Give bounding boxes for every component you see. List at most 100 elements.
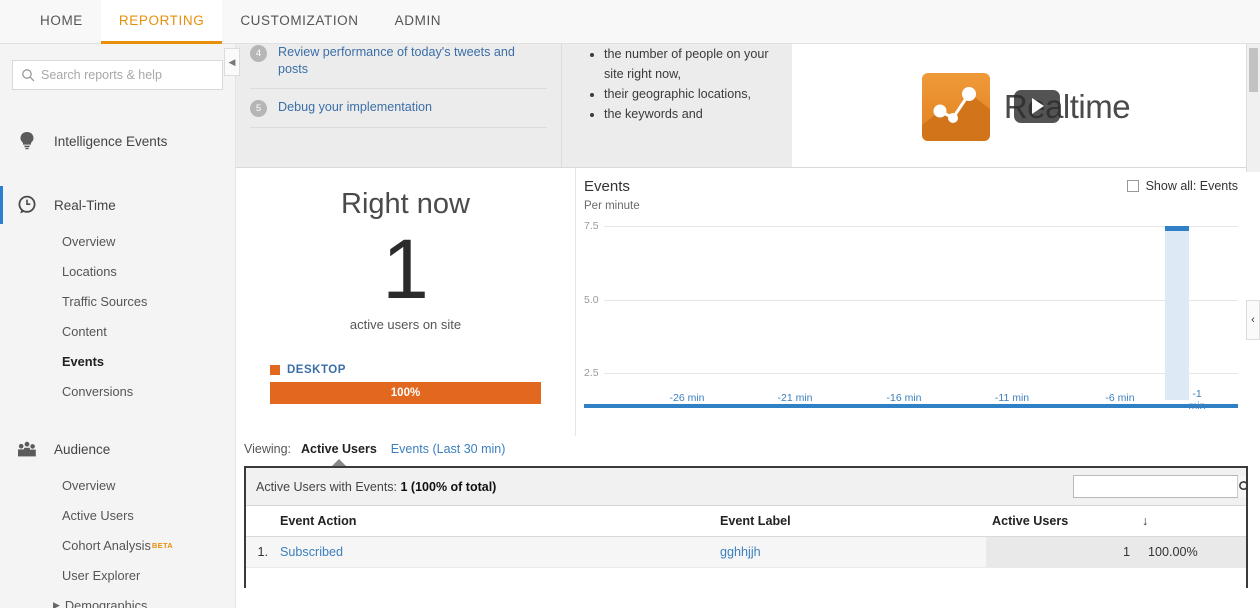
promo-bullets-column: the number of people on your site right … xyxy=(562,44,792,167)
sidebar-subitem-label: Traffic Sources xyxy=(62,293,148,309)
play-icon[interactable] xyxy=(1013,89,1060,123)
nav-group-intelligence: Intelligence Events xyxy=(0,120,235,162)
divider xyxy=(250,88,547,89)
tab-active-users[interactable]: Active Users xyxy=(301,442,377,456)
topnav-label: HOME xyxy=(40,13,83,28)
sidebar-item-audience[interactable]: Audience xyxy=(0,428,235,470)
device-share-bar: 100% xyxy=(270,382,541,404)
play-triangle xyxy=(1032,98,1045,114)
step-number-badge: 5 xyxy=(250,100,267,117)
row-index: 1. xyxy=(246,536,274,568)
table-row[interactable]: 1. Subscribed gghhjjh 1 100.00% xyxy=(246,536,1246,568)
sidebar-subitem-user-explorer[interactable]: User Explorer xyxy=(0,560,235,590)
x-tick-label: -21 min xyxy=(777,392,813,404)
list-item: the number of people on your site right … xyxy=(604,44,782,84)
topnav-item-customization[interactable]: CUSTOMIZATION xyxy=(222,0,376,44)
table-search-box[interactable] xyxy=(1073,475,1246,498)
active-users-count: 1 xyxy=(382,222,429,316)
sidebar-subitem-label: Events xyxy=(62,353,104,369)
device-legend-label[interactable]: DESKTOP xyxy=(287,364,346,376)
legend-swatch-icon xyxy=(270,365,280,375)
chart-bar[interactable] xyxy=(1165,226,1189,400)
events-table-block: Active Users with Events: 1 (100% of tot… xyxy=(244,466,1248,588)
topnav-item-admin[interactable]: ADMIN xyxy=(377,0,460,44)
checkbox-icon[interactable] xyxy=(1126,180,1139,192)
left-sidebar: Intelligence Events Real-Time Overview L… xyxy=(0,44,236,608)
topnav-label: REPORTING xyxy=(118,13,205,28)
lightbulb-icon xyxy=(14,130,40,152)
sidebar-collapse-arrow-icon: ◀ xyxy=(228,56,236,67)
realtime-panel: Right now 1 active users on site DESKTOP… xyxy=(236,168,1260,436)
promo-bullet-list: the number of people on your site right … xyxy=(562,44,792,124)
analytics-realtime-events-page: HOME REPORTING CUSTOMIZATION ADMIN Searc… xyxy=(0,0,1260,608)
sidebar-subitem-locations[interactable]: Locations xyxy=(0,256,235,286)
promo-step-link[interactable]: Review performance of today's tweets and… xyxy=(278,44,547,78)
nav-group-realtime: Real-Time Overview Locations Traffic Sou… xyxy=(0,184,235,406)
viewing-label: Viewing: xyxy=(244,442,292,456)
table-search-button[interactable] xyxy=(1237,476,1246,497)
sidebar-subitem-demographics[interactable]: ▶ Demographics xyxy=(0,590,235,608)
row-event-label: gghhjjh xyxy=(714,536,986,568)
sidebar-subitem-label: Content xyxy=(62,323,107,339)
header-index xyxy=(246,506,274,537)
sidebar-subitem-label: Locations xyxy=(62,263,117,279)
show-all-events-toggle[interactable]: Show all: Events xyxy=(1126,179,1238,193)
x-tick-label: -1 min xyxy=(1188,388,1206,412)
active-users-caption: active users on site xyxy=(349,317,462,332)
sidebar-subitem-cohort-analysis[interactable]: Cohort Analysis BETA xyxy=(0,530,235,560)
beta-badge: BETA xyxy=(151,540,173,550)
search-box[interactable] xyxy=(12,60,223,90)
promo-step-5[interactable]: 5 Debug your implementation xyxy=(236,99,561,117)
sidebar-subitem-conversions[interactable]: Conversions xyxy=(0,376,235,406)
event-label-link[interactable]: gghhjjh xyxy=(720,545,761,559)
scrollbar-thumb[interactable] xyxy=(1249,48,1258,92)
divider xyxy=(250,127,547,128)
sidebar-item-label: Real-Time xyxy=(54,197,116,213)
y-axis-label: Per minute xyxy=(584,200,646,212)
sidebar-collapse-handle[interactable]: ◀ xyxy=(224,48,240,76)
header-event-action[interactable]: Event Action xyxy=(274,506,714,537)
getting-started-promo: 4 Review performance of today's tweets a… xyxy=(236,44,1260,168)
search-input[interactable] xyxy=(39,61,207,89)
active-users-with-events-summary: Active Users with Events: 1 (100% of tot… xyxy=(256,480,496,494)
topnav-item-reporting[interactable]: REPORTING xyxy=(100,0,223,44)
sidebar-subitem-audience-overview[interactable]: Overview xyxy=(0,470,235,500)
promo-steps-column: 4 Review performance of today's tweets a… xyxy=(236,44,562,167)
row-event-action: Subscribed xyxy=(274,536,714,568)
right-panel-collapse-handle[interactable]: ‹ xyxy=(1246,300,1260,340)
tab-events-last-30-min[interactable]: Events (Last 30 min) xyxy=(391,442,506,456)
sidebar-subitem-active-users[interactable]: Active Users xyxy=(0,500,235,530)
events-table-toolbar: Active Users with Events: 1 (100% of tot… xyxy=(246,468,1246,506)
row-active-users-pct: 100.00% xyxy=(1136,536,1246,568)
row-active-users: 1 xyxy=(986,536,1136,568)
promo-step-link[interactable]: Debug your implementation xyxy=(278,99,432,116)
sidebar-subitem-traffic-sources[interactable]: Traffic Sources xyxy=(0,286,235,316)
device-share-value: 100% xyxy=(390,387,421,399)
x-tick-label: -26 min xyxy=(669,392,705,404)
header-active-users[interactable]: Active Users xyxy=(986,506,1136,537)
sidebar-item-intelligence-events[interactable]: Intelligence Events xyxy=(0,120,235,162)
chart-bar-cap xyxy=(1165,226,1189,231)
device-legend: DESKTOP xyxy=(270,364,575,376)
sidebar-item-real-time[interactable]: Real-Time xyxy=(0,184,235,226)
sidebar-subitem-content[interactable]: Content xyxy=(0,316,235,346)
sort-arrow-icon[interactable]: ↓ xyxy=(1136,506,1246,537)
header-event-label[interactable]: Event Label xyxy=(714,506,986,537)
event-action-link[interactable]: Subscribed xyxy=(280,545,343,559)
table-search-input[interactable] xyxy=(1074,476,1237,497)
chevron-left-icon: ‹ xyxy=(1251,314,1255,326)
events-chart-panel: Events Show all: Events Per minute 7.5 5… xyxy=(576,168,1260,436)
nav-group-audience: Audience Overview Active Users Cohort An… xyxy=(0,428,235,608)
topnav-item-home[interactable]: HOME xyxy=(22,0,101,44)
sidebar-subitem-overview[interactable]: Overview xyxy=(0,226,235,256)
realtime-video-card[interactable]: Realtime xyxy=(921,72,1131,141)
chevron-right-icon: ▶ xyxy=(53,599,60,608)
sidebar-item-label: Audience xyxy=(54,441,111,457)
sidebar-subitem-events[interactable]: Events xyxy=(0,346,235,376)
sidebar-subitem-label: User Explorer xyxy=(62,567,141,583)
page-scrollbar[interactable] xyxy=(1246,44,1260,172)
device-share-track: 100% xyxy=(270,382,541,404)
sidebar-subitem-label: Demographics xyxy=(64,597,148,608)
promo-step-4[interactable]: 4 Review performance of today's tweets a… xyxy=(236,44,561,78)
right-now-summary: Right now 1 active users on site DESKTOP… xyxy=(236,168,576,436)
